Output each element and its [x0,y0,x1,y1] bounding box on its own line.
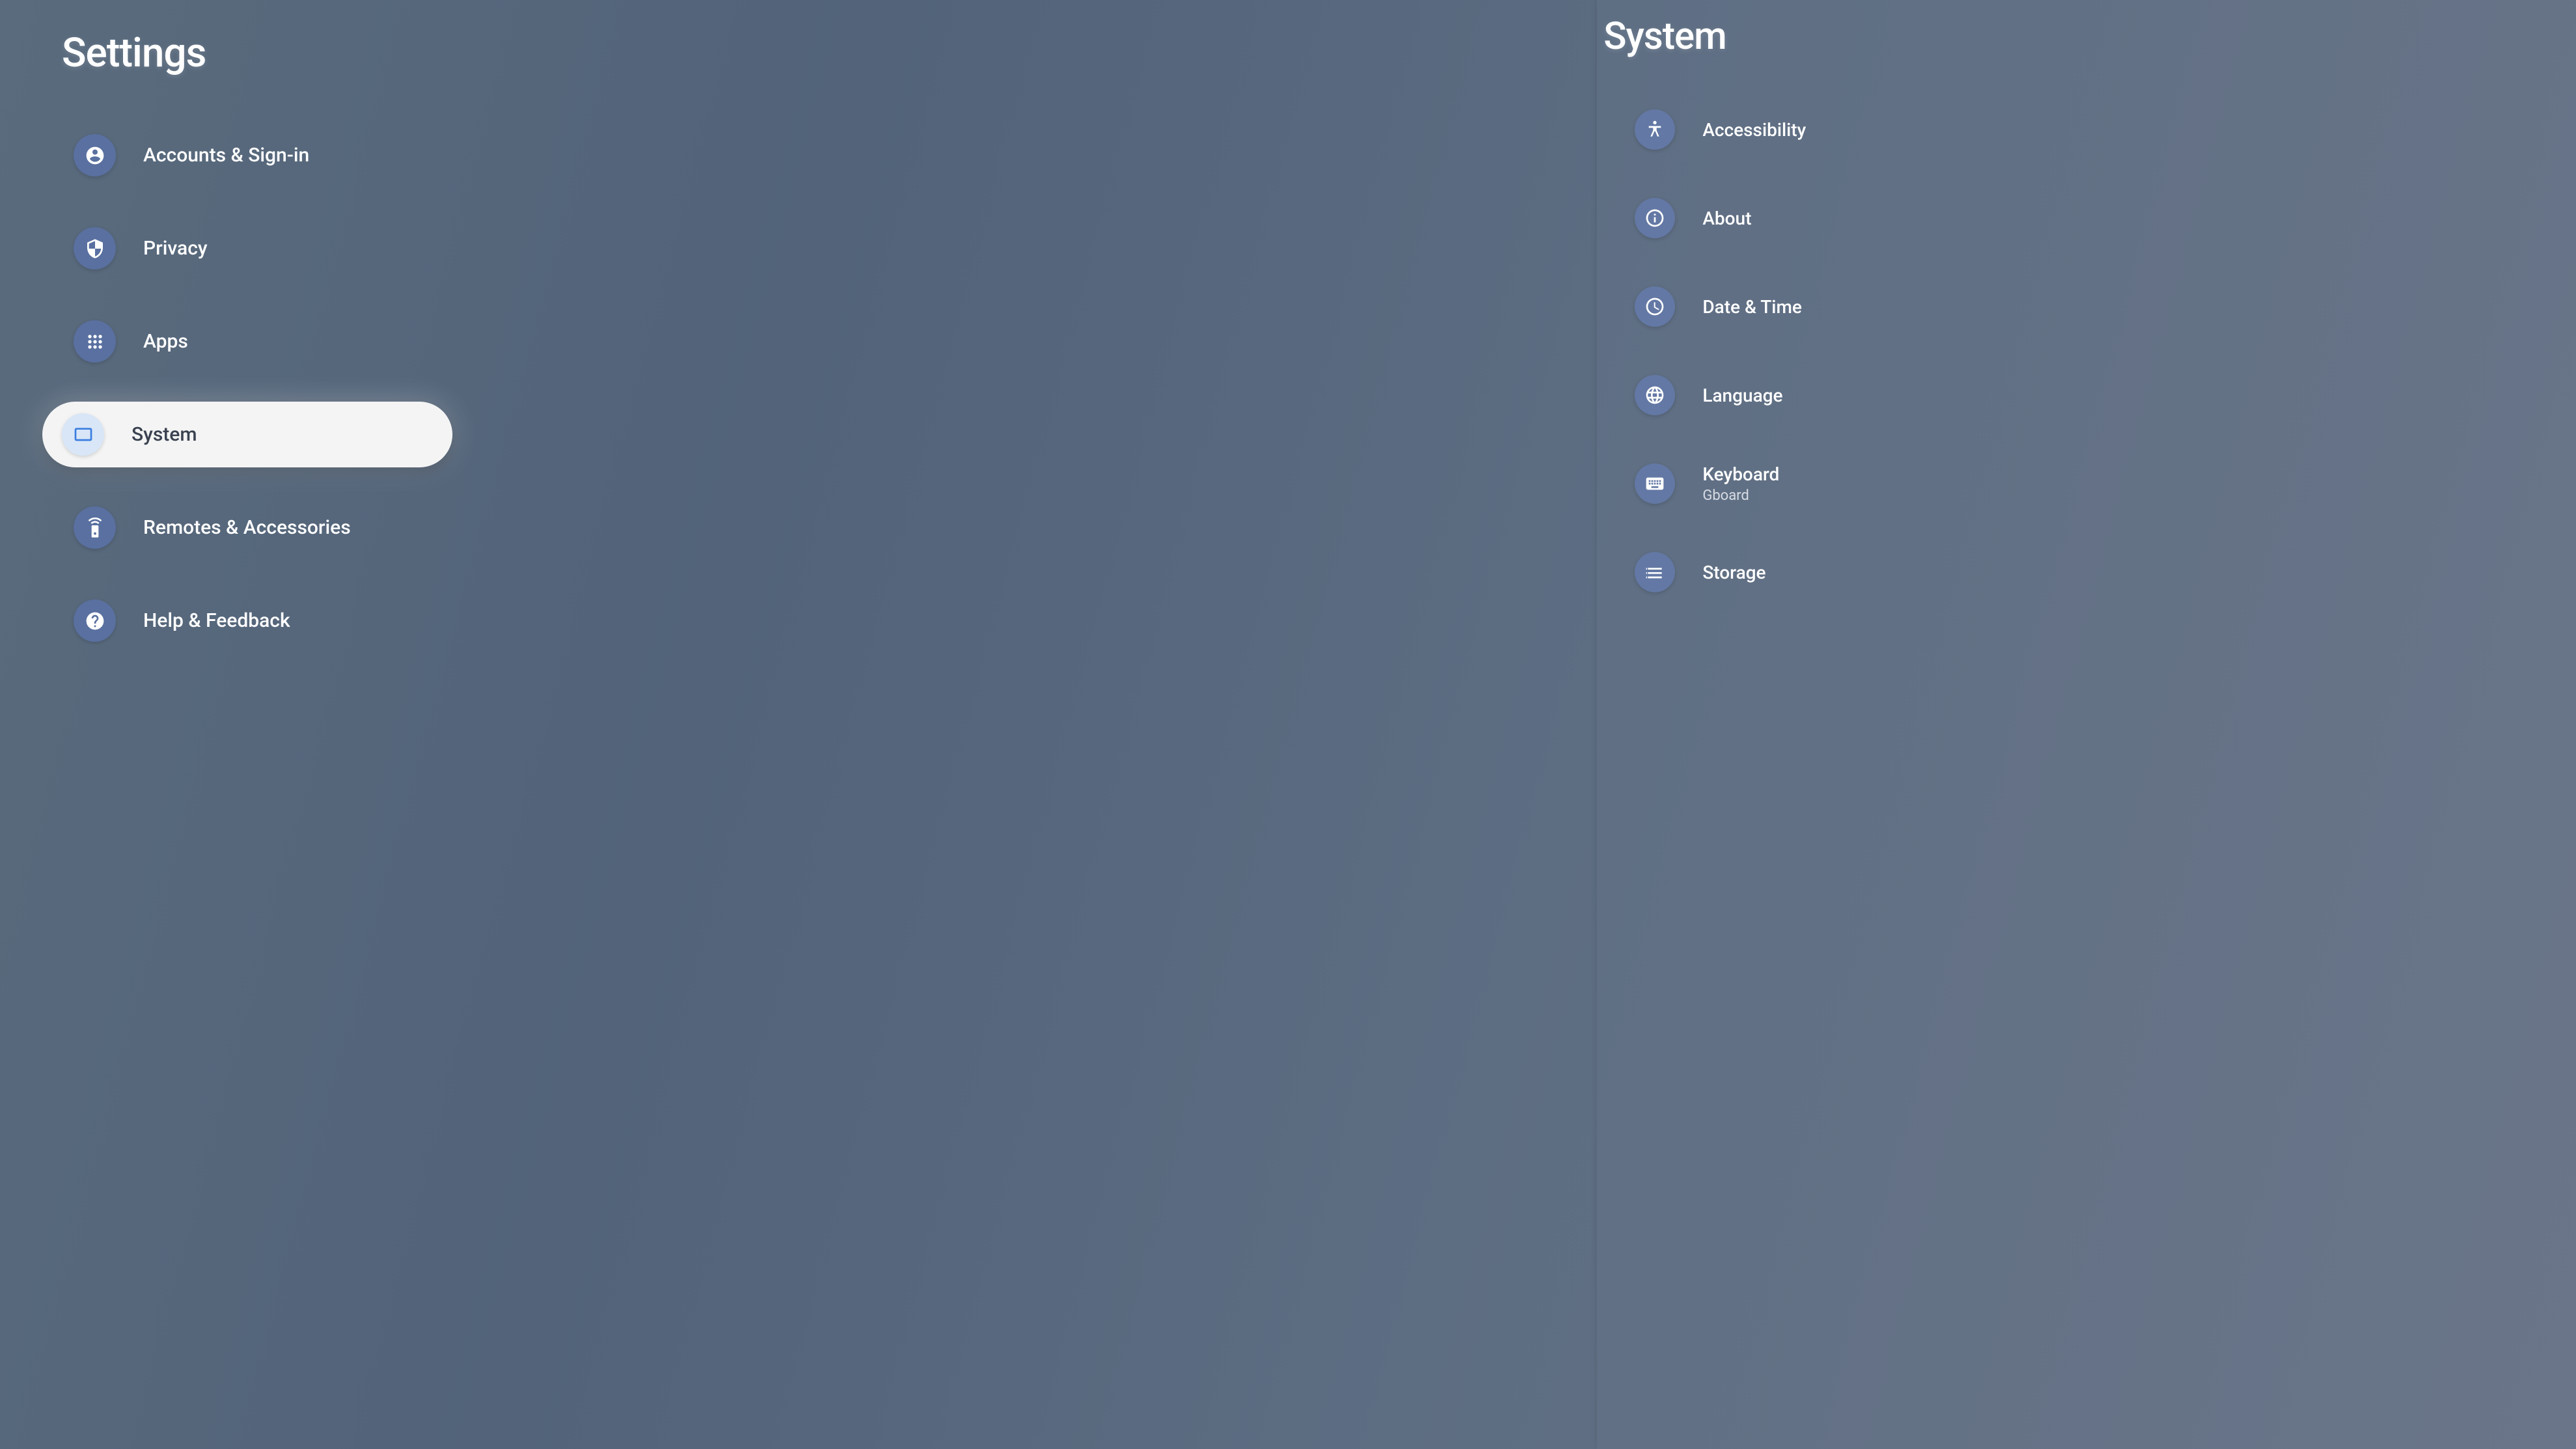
menu-label: System [132,423,197,446]
shield-icon [74,227,116,269]
system-panel: System Accessibility About Date & Time [1597,0,2576,1449]
menu-label: Remotes & Accessories [143,516,351,539]
keyboard-icon [1635,463,1675,504]
remote-icon [74,506,116,549]
menu-item-language[interactable]: Language [1623,363,2576,427]
info-icon [1635,198,1675,238]
menu-label: Privacy [143,237,208,260]
apps-icon [74,320,116,363]
menu-label: Accessibility [1702,119,1806,141]
settings-title: Settings [62,29,1597,77]
help-icon [74,600,116,642]
menu-item-help[interactable]: Help & Feedback [62,588,1597,654]
menu-label: About [1702,208,1751,229]
menu-item-storage[interactable]: Storage [1623,540,2576,604]
menu-item-apps[interactable]: Apps [62,309,1597,374]
menu-item-system[interactable]: System [42,402,452,467]
menu-item-about[interactable]: About [1623,186,2576,250]
menu-label: Language [1702,385,1782,406]
menu-label: Storage [1702,562,1766,583]
clock-icon [1635,286,1675,327]
system-menu-list: Accessibility About Date & Time Language [1623,98,2576,604]
menu-item-accessibility[interactable]: Accessibility [1623,98,2576,161]
account-icon [74,134,116,176]
settings-panel: Settings Accounts & Sign-in Privacy Apps [0,0,1597,1449]
menu-item-datetime[interactable]: Date & Time [1623,275,2576,338]
menu-item-privacy[interactable]: Privacy [62,215,1597,281]
menu-label: Date & Time [1702,296,1802,318]
menu-subtitle: Gboard [1702,488,1779,504]
menu-item-keyboard[interactable]: Keyboard Gboard [1623,452,2576,516]
accessibility-icon [1635,109,1675,150]
menu-label: Help & Feedback [143,609,290,632]
menu-item-remotes[interactable]: Remotes & Accessories [62,495,1597,560]
menu-item-accounts[interactable]: Accounts & Sign-in [62,122,1597,188]
menu-label: Accounts & Sign-in [143,144,309,167]
tv-icon [62,413,104,456]
system-title: System [1603,14,2576,59]
settings-menu-list: Accounts & Sign-in Privacy Apps System [62,122,1597,654]
storage-icon [1635,552,1675,592]
menu-label: Keyboard [1702,463,1779,485]
menu-label: Apps [143,330,188,353]
globe-icon [1635,375,1675,415]
